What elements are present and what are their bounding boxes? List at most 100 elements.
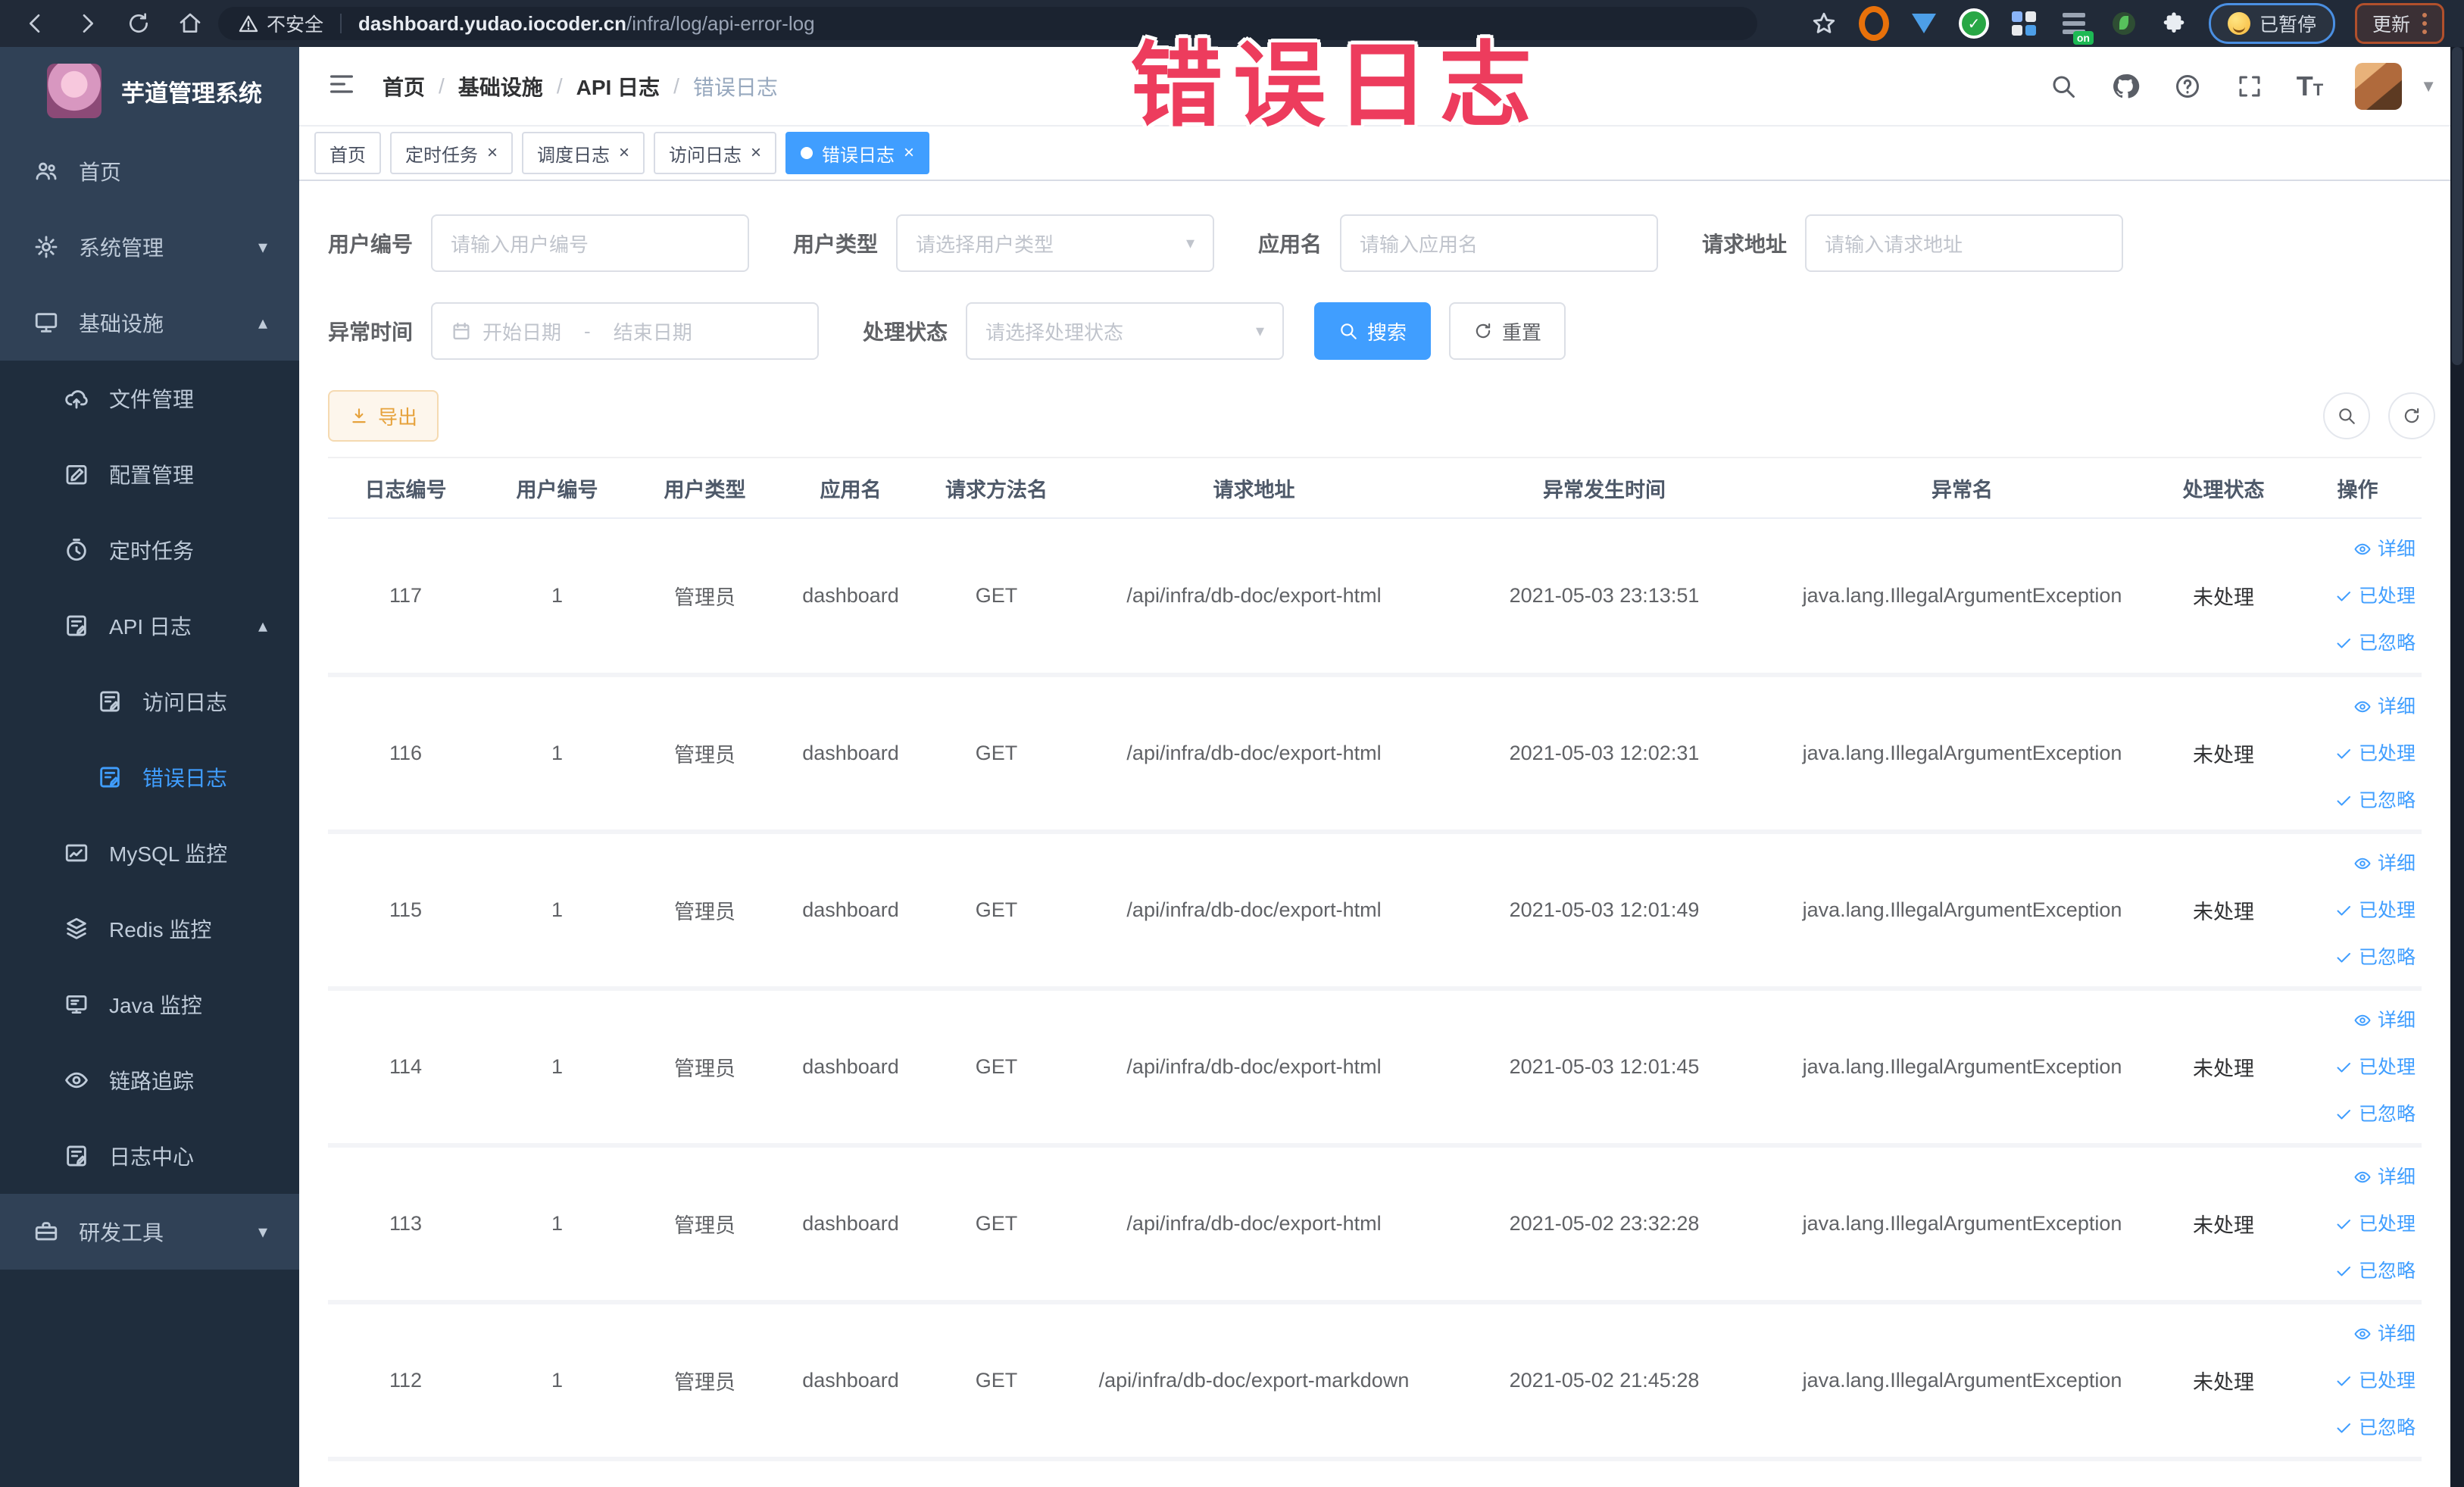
security-warning-icon[interactable]: 不安全: [238, 10, 323, 37]
sidebar-item-scheduled-task[interactable]: 定时任务: [0, 512, 299, 588]
process-status-select[interactable]: 请选择处理状态 ▾: [966, 302, 1285, 360]
forward-icon[interactable]: [73, 9, 101, 38]
mark-ignored-link[interactable]: 已忽略: [2298, 934, 2416, 981]
sidebar-item-mysql-monitor[interactable]: MySQL 监控: [0, 815, 299, 891]
profile-paused-pill[interactable]: 已暂停: [2208, 3, 2335, 44]
tab-scheduled-task[interactable]: 定时任务 ×: [390, 132, 514, 174]
briefcase-icon: [35, 1222, 58, 1241]
app-name-label: 应用名: [1258, 233, 1323, 256]
request-url-input[interactable]: 请输入请求地址: [1805, 214, 2124, 272]
check-icon: [2337, 591, 2350, 601]
detail-link[interactable]: 详细: [2298, 1310, 2416, 1357]
mark-processed-link[interactable]: 已处理: [2298, 887, 2416, 934]
tab-home[interactable]: 首页: [314, 132, 381, 174]
tab-error-log[interactable]: 错误日志 ×: [785, 132, 930, 174]
mark-ignored-link[interactable]: 已忽略: [2298, 1091, 2416, 1138]
security-label: 不安全: [267, 14, 324, 36]
logo-row[interactable]: 芋道管理系统: [0, 47, 299, 133]
bookmark-star-icon[interactable]: [1809, 8, 1839, 39]
scrollbar-thumb[interactable]: [2452, 47, 2462, 365]
detail-link[interactable]: 详细: [2298, 1154, 2416, 1201]
extension-grid-icon[interactable]: [2009, 8, 2039, 39]
back-icon[interactable]: [21, 9, 50, 38]
detail-link[interactable]: 详细: [2298, 997, 2416, 1044]
update-button[interactable]: 更新: [2354, 3, 2444, 44]
detail-link[interactable]: 详细: [2298, 840, 2416, 887]
check-icon: [2337, 1376, 2350, 1385]
sidebar-item-java-monitor[interactable]: Java 监控: [0, 967, 299, 1042]
extension-blue-icon[interactable]: [1909, 8, 1939, 39]
help-icon[interactable]: [2172, 71, 2203, 102]
browser-menu-icon[interactable]: [2422, 13, 2427, 34]
sidebar-item-infrastructure[interactable]: 基础设施 ▴: [0, 285, 299, 361]
caret-down-icon[interactable]: ▼: [2420, 77, 2437, 96]
sidebar-item-system-mgmt[interactable]: 系统管理 ▾: [0, 209, 299, 285]
fullscreen-icon[interactable]: [2234, 71, 2265, 102]
sidebar-item-api-log[interactable]: API 日志 ▴: [0, 588, 299, 664]
breadcrumb-infrastructure[interactable]: 基础设施: [458, 71, 543, 102]
user-avatar[interactable]: [2355, 62, 2403, 110]
sidebar-item-log-center[interactable]: 日志中心: [0, 1118, 299, 1194]
process-status-label: 处理状态: [863, 320, 948, 344]
chevron-down-icon: ▾: [1185, 233, 1195, 252]
reset-button[interactable]: 重置: [1449, 302, 1566, 360]
close-icon[interactable]: ×: [904, 142, 914, 164]
search-button[interactable]: 搜索: [1314, 302, 1432, 360]
sidebar-item-error-log[interactable]: 错误日志: [0, 739, 299, 815]
mark-ignored-link[interactable]: 已忽略: [2298, 620, 2416, 667]
mark-ignored-link[interactable]: 已忽略: [2298, 1248, 2416, 1295]
user-type-select[interactable]: 请选择用户类型 ▾: [896, 214, 1215, 272]
detail-link[interactable]: 详细: [2298, 683, 2416, 730]
home-icon[interactable]: [176, 9, 205, 38]
mark-processed-link[interactable]: 已处理: [2298, 1201, 2416, 1248]
check-icon: [2337, 1109, 2350, 1119]
user-id-input[interactable]: 请输入用户编号: [431, 214, 750, 272]
extensions-puzzle-icon[interactable]: [2159, 8, 2189, 39]
layers-icon: [67, 917, 86, 939]
log-icon: [100, 691, 120, 712]
export-button[interactable]: 导出: [328, 390, 439, 442]
app-name-input[interactable]: 请输入应用名: [1340, 214, 1659, 272]
reload-icon[interactable]: [124, 9, 153, 38]
toggle-search-button[interactable]: [2323, 392, 2370, 439]
sidebar-item-dev-tools[interactable]: 研发工具 ▾: [0, 1194, 299, 1270]
exception-time-range-picker[interactable]: 开始日期 - 结束日期: [431, 302, 820, 360]
mark-ignored-link[interactable]: 已忽略: [2298, 777, 2416, 824]
tab-schedule-log[interactable]: 调度日志 ×: [522, 132, 645, 174]
extension-adblock-icon[interactable]: on: [2059, 8, 2094, 45]
mark-processed-link[interactable]: 已处理: [2298, 1357, 2416, 1404]
sidebar-item-file-mgmt[interactable]: 文件管理: [0, 361, 299, 436]
hamburger-icon[interactable]: [326, 69, 357, 103]
detail-link[interactable]: 详细: [2298, 526, 2416, 573]
sidebar-menu: 首页 系统管理 ▾ 基础设施 ▴ 文件管理 配置管理 定时任务 API 日志 ▴…: [0, 133, 299, 1487]
sidebar-item-access-log[interactable]: 访问日志: [0, 664, 299, 739]
log-icon: [100, 767, 120, 788]
chart-window-icon: [65, 844, 88, 862]
close-icon[interactable]: ×: [487, 142, 498, 164]
sidebar-item-config-mgmt[interactable]: 配置管理: [0, 436, 299, 512]
mark-processed-link[interactable]: 已处理: [2298, 573, 2416, 620]
search-icon[interactable]: [2048, 71, 2078, 102]
font-size-icon[interactable]: TT: [2297, 72, 2323, 100]
close-icon[interactable]: ×: [619, 142, 629, 164]
cloud-upload-icon: [65, 390, 88, 409]
extension-plant-icon[interactable]: [2109, 8, 2139, 39]
refresh-table-button[interactable]: [2388, 392, 2435, 439]
table-row: 115 1 管理员 dashboard GET /api/infra/db-do…: [328, 832, 2422, 991]
sidebar-item-home[interactable]: 首页: [0, 133, 299, 209]
breadcrumb-api-log[interactable]: API 日志: [576, 71, 660, 102]
table-row: 112 1 管理员 dashboard GET /api/infra/db-do…: [328, 1302, 2422, 1461]
mark-processed-link[interactable]: 已处理: [2298, 1044, 2416, 1091]
extension-green-check-icon[interactable]: ✓: [1958, 8, 1989, 39]
sidebar-item-redis-monitor[interactable]: Redis 监控: [0, 891, 299, 967]
mark-ignored-link[interactable]: 已忽略: [2298, 1404, 2416, 1451]
tab-access-log[interactable]: 访问日志 ×: [654, 132, 777, 174]
mark-processed-link[interactable]: 已处理: [2298, 730, 2416, 777]
sidebar-item-trace[interactable]: 链路追踪: [0, 1042, 299, 1118]
breadcrumb-home[interactable]: 首页: [383, 71, 425, 102]
extension-orange-icon[interactable]: [1858, 6, 1889, 41]
browser-scrollbar[interactable]: [2450, 47, 2464, 1487]
github-icon[interactable]: [2110, 71, 2141, 102]
log-icon: [67, 1145, 86, 1167]
close-icon[interactable]: ×: [751, 142, 761, 164]
